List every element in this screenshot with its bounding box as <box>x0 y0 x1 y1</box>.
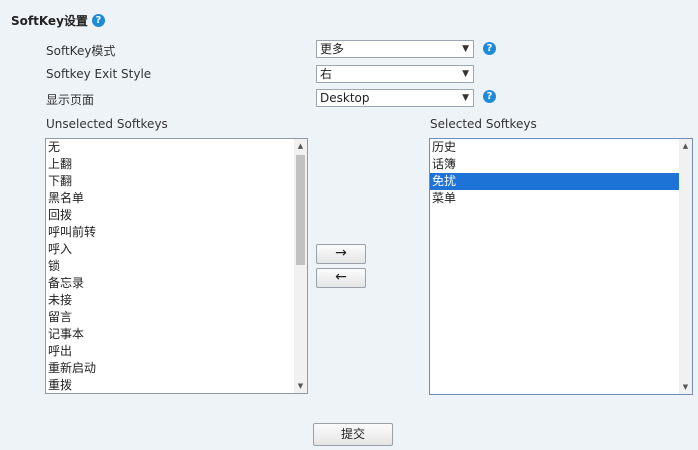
chevron-down-icon: ▼ <box>462 44 469 54</box>
scrollbar[interactable]: ▲ ▼ <box>294 139 307 393</box>
unselected-softkeys-label: Unselected Softkeys <box>46 117 168 131</box>
exit-style-select[interactable]: 右 ▼ <box>316 65 474 83</box>
scroll-down-icon[interactable]: ▼ <box>679 380 692 394</box>
chevron-down-icon: ▼ <box>462 69 469 79</box>
display-page-label: 显示页面 <box>46 93 95 107</box>
list-item[interactable]: 呼出 <box>46 343 307 360</box>
list-item[interactable]: 话簿 <box>430 156 692 173</box>
list-item[interactable]: 无 <box>46 139 307 156</box>
submit-button[interactable]: 提交 <box>313 423 393 446</box>
list-item[interactable]: 重拨 <box>46 377 307 393</box>
list-item[interactable]: 菜单 <box>430 190 692 207</box>
list-item[interactable]: 下翻 <box>46 173 307 190</box>
list-item[interactable]: 上翻 <box>46 156 307 173</box>
section-title-text: SoftKey设置 <box>11 14 88 28</box>
softkey-mode-value: 更多 <box>320 42 345 56</box>
help-icon[interactable]: ? <box>483 42 496 55</box>
list-item[interactable]: 免扰 <box>430 173 692 190</box>
display-page-select[interactable]: Desktop ▼ <box>316 89 474 107</box>
scroll-up-icon[interactable]: ▲ <box>294 139 307 153</box>
unselected-items: 无上翻 下翻 黑名单 回拨 呼叫前转 呼入锁备忘录 未接 留言 记事本 呼出 重新启动 重拨 <box>46 139 307 393</box>
chevron-down-icon: ▼ <box>462 93 469 103</box>
list-item[interactable]: 记事本 <box>46 326 307 343</box>
scrollbar-thumb[interactable] <box>296 155 305 265</box>
list-item[interactable]: 回拨 <box>46 207 307 224</box>
exit-style-value: 右 <box>320 67 333 81</box>
list-item[interactable]: 呼叫前转 <box>46 224 307 241</box>
exit-style-label: Softkey Exit Style <box>46 67 152 81</box>
list-item[interactable]: 黑名单 <box>46 190 307 207</box>
list-item[interactable]: 未接 <box>46 292 307 309</box>
help-icon[interactable]: ? <box>483 90 496 103</box>
scroll-down-icon[interactable]: ▼ <box>294 379 307 393</box>
display-page-value: Desktop <box>320 91 370 105</box>
scrollbar[interactable]: ▲ ▼ <box>679 139 692 394</box>
section-title: SoftKey设置 ? <box>11 12 105 29</box>
list-item[interactable]: 锁 <box>46 258 307 275</box>
selected-items: 历史 话簿 免扰 菜单 <box>430 139 692 207</box>
list-item[interactable]: 历史 <box>430 139 692 156</box>
list-item[interactable]: 备忘录 <box>46 275 307 292</box>
move-right-button[interactable]: → <box>316 244 366 264</box>
move-left-button[interactable]: ← <box>316 268 366 288</box>
softkey-mode-label: SoftKey模式 <box>46 44 116 58</box>
list-item[interactable]: 呼入 <box>46 241 307 258</box>
list-item[interactable]: 留言 <box>46 309 307 326</box>
scroll-up-icon[interactable]: ▲ <box>679 139 692 153</box>
selected-softkeys-label: Selected Softkeys <box>430 117 537 131</box>
selected-softkeys-list[interactable]: 历史 话簿 免扰 菜单 ▲ ▼ <box>429 138 693 395</box>
list-item[interactable]: 重新启动 <box>46 360 307 377</box>
softkey-mode-select[interactable]: 更多 ▼ <box>316 40 474 58</box>
unselected-softkeys-list[interactable]: 无上翻 下翻 黑名单 回拨 呼叫前转 呼入锁备忘录 未接 留言 记事本 呼出 重新启动 重拨 ▲ ▼ <box>45 138 308 394</box>
help-icon[interactable]: ? <box>91 14 105 27</box>
